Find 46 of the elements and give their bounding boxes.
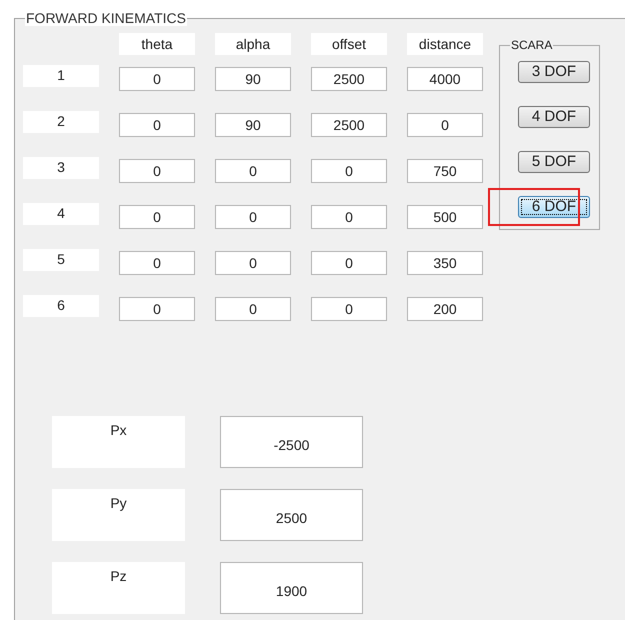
- dof-button[interactable]: 6 DOF: [518, 196, 590, 218]
- input-field[interactable]: 2500: [311, 113, 387, 137]
- row-label: 5: [23, 249, 99, 271]
- input-field[interactable]: 4000: [407, 67, 483, 91]
- column-header: distance: [407, 33, 483, 55]
- input-field[interactable]: 0: [215, 159, 291, 183]
- column-header: alpha: [215, 33, 291, 55]
- input-field[interactable]: 0: [311, 159, 387, 183]
- input-field[interactable]: 0: [119, 297, 195, 321]
- output-field[interactable]: -2500: [220, 416, 363, 468]
- input-field[interactable]: 0: [119, 205, 195, 229]
- dof-button[interactable]: 3 DOF: [518, 61, 590, 83]
- row-label: 6: [23, 295, 99, 317]
- input-field[interactable]: 0: [119, 67, 195, 91]
- output-label: Py: [52, 489, 185, 541]
- input-field[interactable]: 500: [407, 205, 483, 229]
- input-field[interactable]: 0: [215, 251, 291, 275]
- input-field[interactable]: 0: [407, 113, 483, 137]
- input-field[interactable]: 0: [311, 251, 387, 275]
- row-label: 1: [23, 65, 99, 87]
- input-field[interactable]: 350: [407, 251, 483, 275]
- row-label: 4: [23, 203, 99, 225]
- output-label: Pz: [52, 562, 185, 614]
- output-field[interactable]: 2500: [220, 489, 363, 541]
- input-field[interactable]: 0: [119, 159, 195, 183]
- input-field[interactable]: 0: [215, 297, 291, 321]
- input-field[interactable]: 0: [119, 251, 195, 275]
- row-label: 3: [23, 157, 99, 179]
- input-field[interactable]: 200: [407, 297, 483, 321]
- column-header: theta: [119, 33, 195, 55]
- output-label: Px: [52, 416, 185, 468]
- input-field[interactable]: 750: [407, 159, 483, 183]
- dof-button[interactable]: 4 DOF: [518, 106, 590, 128]
- input-field[interactable]: 0: [215, 205, 291, 229]
- input-field[interactable]: 90: [215, 67, 291, 91]
- panel-title: FORWARD KINEMATICS: [25, 10, 187, 26]
- dof-button[interactable]: 5 DOF: [518, 151, 590, 173]
- input-field[interactable]: 90: [215, 113, 291, 137]
- column-header: offset: [311, 33, 387, 55]
- input-field[interactable]: 2500: [311, 67, 387, 91]
- input-field[interactable]: 0: [119, 113, 195, 137]
- row-label: 2: [23, 111, 99, 133]
- output-field[interactable]: 1900: [220, 562, 363, 614]
- group-title: SCARA: [510, 38, 554, 52]
- input-field[interactable]: 0: [311, 297, 387, 321]
- input-field[interactable]: 0: [311, 205, 387, 229]
